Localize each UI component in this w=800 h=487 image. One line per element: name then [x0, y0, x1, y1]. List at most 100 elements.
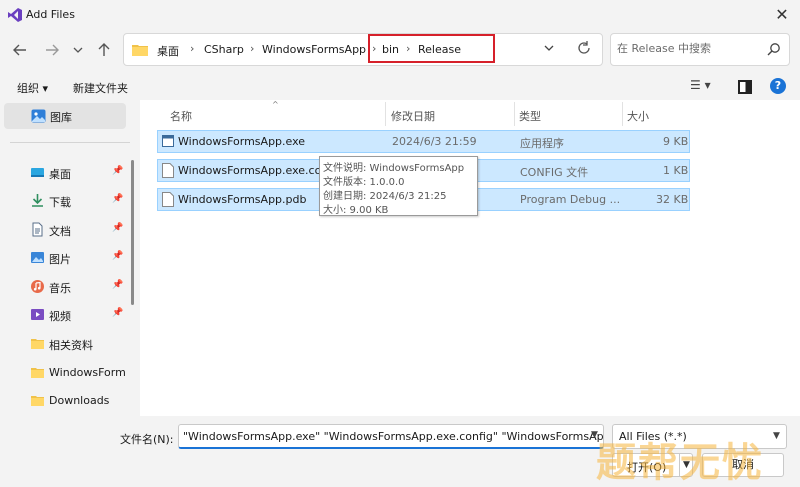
desktop-icon	[31, 168, 44, 177]
tooltip-size: 大小: 9.00 KB	[323, 205, 389, 216]
pdb-file-icon	[162, 192, 174, 207]
chevron-down-icon	[544, 45, 554, 51]
sidebar-item-label: 桌面	[49, 168, 71, 181]
sidebar-item-label: 相关资料	[49, 339, 93, 352]
sidebar-item-gallery[interactable]: 图库	[4, 103, 126, 129]
recent-locations-button[interactable]	[66, 38, 90, 62]
column-header-type[interactable]: 类型	[519, 108, 541, 124]
folder-icon	[31, 396, 44, 406]
breadcrumb-desktop[interactable]: 桌面	[157, 43, 179, 59]
watermark: 题帮无忧	[596, 440, 764, 486]
window-title: Add Files	[26, 8, 75, 21]
up-button[interactable]	[92, 38, 116, 62]
documents-icon	[32, 222, 43, 237]
sidebar-item-label: Downloads	[49, 394, 110, 407]
sidebar-item-label: 视频	[49, 310, 71, 323]
sidebar-item-downloads[interactable]: 下载 📌	[30, 190, 130, 212]
search-input[interactable]	[617, 42, 757, 55]
chevron-down-icon: ▼	[773, 431, 780, 441]
highlight-annotation	[368, 34, 495, 63]
file-modified: 2024/6/3 21:59	[392, 135, 477, 148]
sidebar-item-label: 图片	[49, 253, 71, 266]
exe-file-icon	[162, 135, 174, 147]
sidebar-item-related-docs[interactable]: 相关资料	[30, 333, 130, 355]
sidebar-item-music[interactable]: 音乐 📌	[30, 276, 130, 298]
tooltip-description: 文件说明: WindowsFormsApp	[323, 163, 465, 174]
title-bar	[0, 0, 800, 30]
filename-input[interactable]: "WindowsFormsApp.exe" "WindowsFormsApp.e…	[178, 424, 604, 449]
sidebar-item-label: 文档	[49, 225, 71, 238]
file-list: ^ 名称 修改日期 类型 大小 WindowsFormsApp.exe 2024…	[140, 100, 800, 416]
file-size: 9 KB	[663, 135, 689, 148]
videos-icon	[31, 309, 44, 320]
address-bar[interactable]: 桌面 › CSharp › WindowsFormsApp › bin › Re…	[123, 33, 603, 66]
sidebar-item-downloads-folder[interactable]: Downloads	[30, 390, 130, 412]
breadcrumb-csharp[interactable]: CSharp	[204, 43, 244, 56]
breadcrumb-separator[interactable]: ›	[250, 42, 254, 55]
tooltip-created: 创建日期: 2024/6/3 21:25	[323, 191, 447, 202]
folder-icon	[31, 368, 44, 378]
gallery-icon	[31, 109, 46, 123]
sidebar-item-windowsform[interactable]: WindowsForm	[30, 362, 130, 384]
file-type: CONFIG 文件	[520, 166, 589, 179]
pin-icon: 📌	[112, 166, 124, 176]
sidebar-item-label: 下载	[49, 196, 71, 209]
organize-menu[interactable]: 组织 ▾	[17, 80, 48, 96]
file-size: 1 KB	[663, 164, 689, 177]
file-type: Program Debug ...	[520, 193, 621, 206]
music-icon	[31, 280, 44, 293]
folder-icon	[132, 45, 148, 56]
visual-studio-icon	[8, 8, 22, 22]
column-divider[interactable]	[385, 102, 386, 126]
folder-icon	[31, 339, 44, 349]
sidebar-scrollbar[interactable]	[131, 160, 134, 305]
arrow-up-icon	[98, 43, 110, 56]
sidebar-item-label: 图库	[50, 111, 72, 124]
column-header-size[interactable]: 大小	[627, 108, 649, 124]
back-button[interactable]	[8, 38, 32, 62]
address-dropdown[interactable]	[544, 43, 554, 56]
pictures-icon	[31, 252, 44, 263]
view-menu-button[interactable]: ☰ ▾	[690, 78, 724, 96]
column-header-modified[interactable]: 修改日期	[391, 108, 435, 124]
preview-pane-button[interactable]	[738, 80, 752, 94]
pin-icon: 📌	[112, 251, 124, 261]
close-button[interactable]: ✕	[770, 4, 794, 26]
file-size: 32 KB	[656, 193, 689, 206]
help-button[interactable]: ?	[770, 78, 786, 94]
breadcrumb-windowsformsapp[interactable]: WindowsFormsApp	[262, 43, 366, 56]
sidebar-item-desktop[interactable]: 桌面 📌	[30, 162, 130, 184]
chevron-down-icon	[73, 47, 83, 53]
refresh-button[interactable]	[575, 41, 593, 59]
filename-value: "WindowsFormsApp.exe" "WindowsFormsApp.e…	[183, 430, 604, 443]
pin-icon: 📌	[112, 194, 124, 204]
sidebar-item-documents[interactable]: 文档 📌	[30, 219, 130, 241]
column-divider[interactable]	[622, 102, 623, 126]
config-file-icon	[162, 163, 174, 178]
sidebar-item-videos[interactable]: 视频 📌	[30, 304, 130, 326]
forward-button[interactable]	[40, 38, 64, 62]
pin-icon: 📌	[112, 223, 124, 233]
column-header-name[interactable]: 名称	[170, 108, 192, 124]
pin-icon: 📌	[112, 280, 124, 290]
file-row[interactable]: WindowsFormsApp.exe 2024/6/3 21:59 应用程序 …	[157, 130, 690, 153]
tooltip-version: 文件版本: 1.0.0.0	[323, 177, 405, 188]
column-divider[interactable]	[514, 102, 515, 126]
sidebar-item-pictures[interactable]: 图片 📌	[30, 247, 130, 269]
refresh-icon	[578, 41, 590, 54]
sidebar-item-label: 音乐	[49, 282, 71, 295]
sidebar-divider	[10, 142, 130, 143]
file-info-tooltip: 文件说明: WindowsFormsApp 文件版本: 1.0.0.0 创建日期…	[319, 156, 478, 216]
file-name: WindowsFormsApp.exe.config	[178, 164, 343, 177]
filename-label: 文件名(N):	[120, 433, 174, 446]
breadcrumb-separator[interactable]: ›	[190, 42, 194, 55]
file-name: WindowsFormsApp.pdb	[178, 193, 307, 206]
sort-ascending-icon: ^	[272, 100, 279, 109]
sidebar-item-label: WindowsForm	[49, 366, 126, 379]
download-icon	[32, 194, 43, 207]
new-folder-button[interactable]: 新建文件夹	[73, 80, 128, 96]
search-box[interactable]	[610, 33, 790, 66]
command-bar: 组织 ▾ 新建文件夹 ☰ ▾ ?	[0, 74, 800, 100]
arrow-right-icon	[46, 44, 59, 56]
file-name: WindowsFormsApp.exe	[178, 135, 306, 148]
